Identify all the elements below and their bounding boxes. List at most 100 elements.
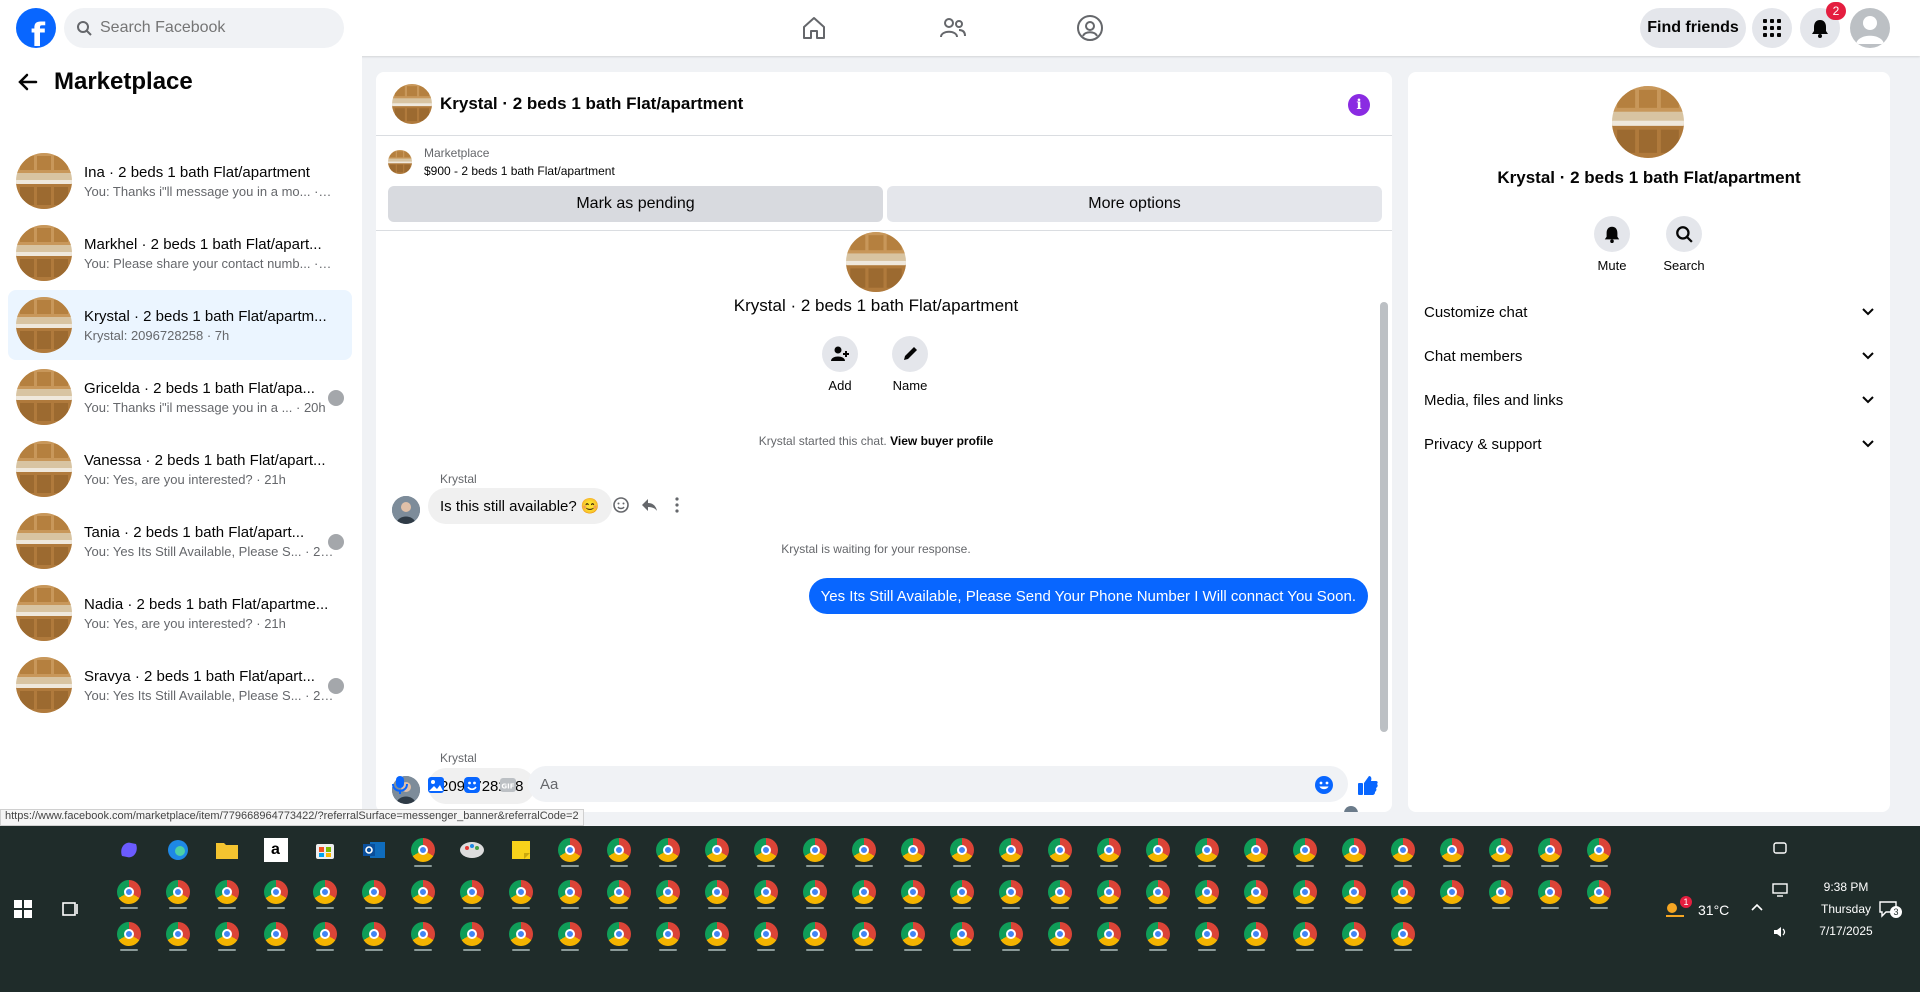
chat-scrollbar[interactable]: [1380, 242, 1388, 736]
photo-icon[interactable]: [418, 767, 454, 803]
taskbar-app-icon[interactable]: [1133, 916, 1182, 952]
more-vertical-icon[interactable]: [668, 496, 686, 514]
taskbar-app-icon[interactable]: [447, 832, 496, 868]
taskbar-app-icon[interactable]: [349, 832, 398, 868]
windows-start-icon[interactable]: [14, 900, 32, 918]
details-section[interactable]: Privacy & support: [1424, 424, 1874, 464]
taskbar-app-icon[interactable]: [1182, 832, 1231, 868]
task-view-icon[interactable]: [62, 900, 80, 918]
taskbar-app-icon[interactable]: [300, 874, 349, 910]
find-friends-button[interactable]: Find friends: [1640, 8, 1746, 48]
taskbar-app-icon[interactable]: [1476, 832, 1525, 868]
taskbar-app-icon[interactable]: a: [251, 832, 300, 868]
outgoing-message[interactable]: Yes Its Still Available, Please Send You…: [808, 578, 1368, 614]
facebook-logo[interactable]: f: [16, 8, 56, 48]
taskbar-app-icon[interactable]: [398, 874, 447, 910]
taskbar-app-icon[interactable]: [1574, 832, 1623, 868]
taskbar-app-icon[interactable]: [447, 874, 496, 910]
taskbar-app-icon[interactable]: [300, 832, 349, 868]
speaker-icon[interactable]: [1772, 924, 1788, 940]
taskbar-app-icon[interactable]: [839, 916, 888, 952]
taskbar-app-icon[interactable]: [398, 832, 447, 868]
taskbar-app-icon[interactable]: [251, 916, 300, 952]
taskbar-app-icon[interactable]: [1329, 832, 1378, 868]
taskbar-app-icon[interactable]: [643, 916, 692, 952]
taskbar-app-icon[interactable]: [643, 832, 692, 868]
taskbar-app-icon[interactable]: [202, 832, 251, 868]
mark-as-pending-button[interactable]: Mark as pending: [388, 186, 883, 222]
taskbar-app-icon[interactable]: [153, 874, 202, 910]
conversation-item[interactable]: Nadia · 2 beds 1 bath Flat/apartme... You…: [8, 578, 352, 648]
taskbar-app-icon[interactable]: [496, 832, 545, 868]
taskbar-app-icon[interactable]: [790, 832, 839, 868]
taskbar-app-icon[interactable]: [1035, 916, 1084, 952]
taskbar-app-icon[interactable]: [1574, 874, 1623, 910]
taskbar-app-icon[interactable]: [153, 832, 202, 868]
taskbar-app-icon[interactable]: [1084, 832, 1133, 868]
name-chat-button[interactable]: Name: [892, 336, 928, 393]
taskbar-app-icon[interactable]: [937, 874, 986, 910]
incoming-message[interactable]: Is this still available? 😊: [428, 488, 612, 524]
taskbar-app-icon[interactable]: [986, 832, 1035, 868]
monitor-icon[interactable]: [1772, 882, 1788, 898]
tray-chevron-up-icon[interactable]: [1750, 902, 1764, 912]
chat-title[interactable]: Krystal · 2 beds 1 bath Flat/apartment: [440, 94, 743, 114]
taskbar-app-icon[interactable]: [937, 916, 986, 952]
taskbar-app-icon[interactable]: [1084, 874, 1133, 910]
conversation-item[interactable]: Markhel · 2 beds 1 bath Flat/apart... You…: [8, 218, 352, 288]
search-box[interactable]: [64, 8, 344, 48]
react-emoji-icon[interactable]: [612, 496, 630, 514]
menu-grid-icon[interactable]: [1752, 8, 1792, 48]
taskbar-app-icon[interactable]: [790, 916, 839, 952]
taskbar-app-icon[interactable]: [104, 916, 153, 952]
conversation-item[interactable]: Krystal · 2 beds 1 bath Flat/apartm... Kr…: [8, 290, 352, 360]
taskbar-app-icon[interactable]: [741, 916, 790, 952]
taskbar-app-icon[interactable]: [398, 916, 447, 952]
friends-icon[interactable]: [929, 11, 977, 45]
taskbar-app-icon[interactable]: [104, 832, 153, 868]
taskbar-app-icon[interactable]: [545, 916, 594, 952]
taskbar-app-icon[interactable]: [986, 916, 1035, 952]
details-section[interactable]: Chat members: [1424, 336, 1874, 376]
taskbar-app-icon[interactable]: [1133, 874, 1182, 910]
taskbar-app-icon[interactable]: [1035, 874, 1084, 910]
taskbar-app-icon[interactable]: [1084, 916, 1133, 952]
taskbar-app-icon[interactable]: [888, 916, 937, 952]
taskbar-app-icon[interactable]: [741, 832, 790, 868]
taskbar-app-icon[interactable]: [594, 874, 643, 910]
taskbar-app-icon[interactable]: [1427, 832, 1476, 868]
meet-now-icon[interactable]: [1772, 840, 1788, 856]
taskbar-app-icon[interactable]: [594, 916, 643, 952]
taskbar-app-icon[interactable]: [986, 874, 1035, 910]
weather-temp[interactable]: 31°C: [1698, 902, 1729, 918]
more-options-button[interactable]: More options: [887, 186, 1382, 222]
taskbar-app-icon[interactable]: [643, 874, 692, 910]
taskbar-app-icon[interactable]: [1525, 874, 1574, 910]
details-section[interactable]: Media, files and links: [1424, 380, 1874, 420]
taskbar-app-icon[interactable]: [1182, 874, 1231, 910]
gif-icon[interactable]: GIF: [490, 767, 526, 803]
taskbar-app-icon[interactable]: [1378, 916, 1427, 952]
taskbar-app-icon[interactable]: [1525, 832, 1574, 868]
thumbs-up-icon[interactable]: [1350, 767, 1386, 803]
mute-button[interactable]: Mute: [1582, 216, 1642, 273]
taskbar-app-icon[interactable]: [1427, 874, 1476, 910]
details-avatar[interactable]: [1612, 86, 1684, 158]
taskbar-app-icon[interactable]: [1378, 832, 1427, 868]
emoji-icon[interactable]: [1306, 767, 1342, 803]
clock-day[interactable]: Thursday: [1806, 902, 1886, 916]
taskbar-app-icon[interactable]: [1378, 874, 1427, 910]
conversation-item[interactable]: Sravya · 2 beds 1 bath Flat/apart... You:…: [8, 650, 352, 720]
taskbar-app-icon[interactable]: [1035, 832, 1084, 868]
back-arrow-icon[interactable]: [16, 70, 40, 94]
groups-icon[interactable]: [1066, 11, 1114, 45]
taskbar-app-icon[interactable]: [1182, 916, 1231, 952]
taskbar-app-icon[interactable]: [839, 832, 888, 868]
microphone-icon[interactable]: [382, 767, 418, 803]
taskbar-app-icon[interactable]: [496, 916, 545, 952]
taskbar-app-icon[interactable]: [1329, 874, 1378, 910]
taskbar-app-icon[interactable]: [202, 916, 251, 952]
taskbar-app-icon[interactable]: [741, 874, 790, 910]
taskbar-app-icon[interactable]: [790, 874, 839, 910]
taskbar-app-icon[interactable]: [1280, 874, 1329, 910]
